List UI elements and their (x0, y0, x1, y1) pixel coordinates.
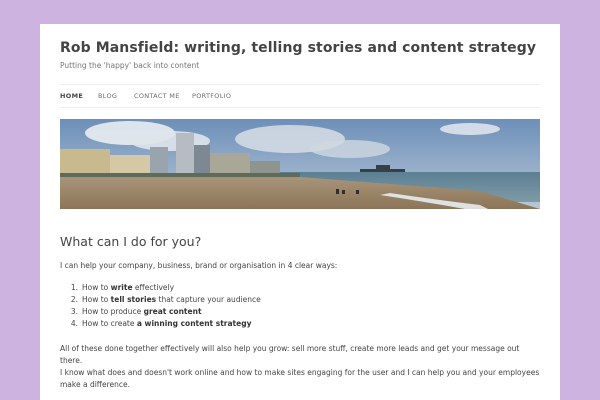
list-item: 3. How to produce great content (70, 307, 202, 316)
expertise-paragraph: I know what does and doesn't work online… (60, 368, 540, 389)
services-list: 1. How to write effectively 2. How to tell… (60, 282, 261, 330)
entry-title: What can I do for you? (60, 234, 202, 249)
nav-item-home[interactable]: HOME (60, 92, 83, 100)
list-item: 1. How to write effectively (70, 283, 175, 292)
list-item: 4. How to create a winning content strate… (70, 319, 252, 328)
nav-item-blog[interactable]: BLOG (98, 92, 117, 100)
list-item: 2. How to tell stories that capture your … (70, 295, 261, 304)
nav-item-portfolio[interactable]: PORTFOLIO (192, 92, 231, 100)
site-title[interactable]: Rob Mansfield: writing, telling stories … (60, 40, 536, 56)
intro-paragraph: I can help your company, business, brand… (60, 261, 338, 270)
site-description: Putting the 'happy' back into content (60, 61, 200, 70)
benefits-paragraph: All of these done together effectively w… (60, 344, 520, 365)
header-image (60, 119, 540, 209)
nav-item-contact-me[interactable]: CONTACT ME (134, 92, 180, 100)
page-container: Rob Mansfield: writing, telling stories … (40, 24, 560, 400)
main-navigation: HOME BLOG CONTACT ME PORTFOLIO (60, 84, 540, 108)
